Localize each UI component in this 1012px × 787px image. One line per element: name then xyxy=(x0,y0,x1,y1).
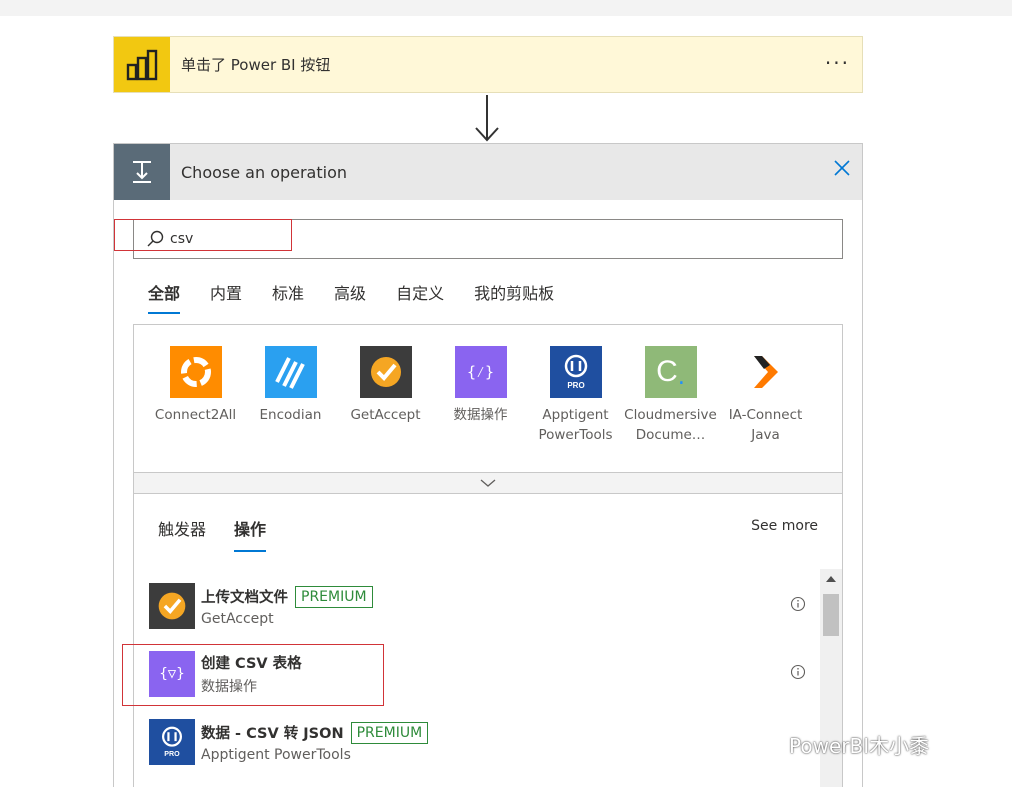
premium-badge: PREMIUM xyxy=(295,585,373,608)
search-input[interactable] xyxy=(170,231,770,247)
connector-cloudmersive[interactable]: C. Cloudmersive Docume… xyxy=(623,346,718,445)
apptigent-icon: PRO xyxy=(549,346,602,398)
trigger-card[interactable]: 单击了 Power BI 按钮 ··· xyxy=(113,36,863,93)
connector-getaccept[interactable]: GetAccept xyxy=(338,346,433,445)
connector-label: IA-Connect Java xyxy=(728,407,803,443)
connector-encodian[interactable]: Encodian xyxy=(243,346,338,445)
getaccept-icon xyxy=(149,583,195,629)
tab-clipboard[interactable]: 我的剪贴板 xyxy=(474,280,554,314)
search-icon xyxy=(146,230,164,248)
scroll-thumb[interactable] xyxy=(823,594,839,636)
connector-apptigent[interactable]: PRO Apptigent PowerTools xyxy=(528,346,623,445)
see-more-link[interactable]: See more xyxy=(751,518,818,534)
operation-icon xyxy=(114,144,170,200)
expand-connectors-button[interactable] xyxy=(134,472,842,493)
wechat-icon xyxy=(757,734,785,754)
connector-label: GetAccept xyxy=(350,407,421,423)
connector-connect2all[interactable]: Connect2All xyxy=(148,346,243,445)
chevron-down-icon xyxy=(480,479,496,487)
operation-subtabs: 触发器 操作 xyxy=(158,516,294,552)
info-icon[interactable] xyxy=(790,596,806,616)
action-title: 上传文档文件 xyxy=(201,590,288,606)
apptigent-icon: PRO xyxy=(149,719,195,765)
cloudmersive-icon: C. xyxy=(644,346,697,398)
tab-triggers[interactable]: 触发器 xyxy=(158,516,206,552)
actions-list: 上传文档文件 PREMIUM GetAccept {▽} 创建 CSV 表格 数… xyxy=(122,572,822,776)
svg-text:PRO: PRO xyxy=(567,381,584,390)
category-tabs: 全部 内置 标准 高级 自定义 我的剪贴板 xyxy=(148,280,584,314)
action-connector: GetAccept xyxy=(201,610,274,627)
search-box xyxy=(133,219,843,259)
encodian-icon xyxy=(264,346,317,398)
tab-custom[interactable]: 自定义 xyxy=(396,280,444,314)
top-strip xyxy=(0,0,1012,16)
connector-label: Cloudmersive Docume… xyxy=(624,407,717,443)
action-title: 数据 - CSV 转 JSON xyxy=(201,726,344,742)
tab-standard[interactable]: 标准 xyxy=(272,280,304,314)
connector-data-operations[interactable]: {⁄} 数据操作 xyxy=(433,346,528,445)
info-icon[interactable] xyxy=(790,664,806,684)
more-options-button[interactable]: ··· xyxy=(825,51,850,75)
connector-ia-connect[interactable]: IA-Connect Java xyxy=(718,346,813,445)
tab-builtin[interactable]: 内置 xyxy=(210,280,242,314)
list-item[interactable]: PRO 数据 - CSV 转 JSON PREMIUM Apptigent Po… xyxy=(134,708,822,776)
tab-all[interactable]: 全部 xyxy=(148,280,181,314)
panel-title: Choose an operation xyxy=(181,162,348,182)
list-item[interactable]: 上传文档文件 PREMIUM GetAccept xyxy=(134,572,822,640)
list-item[interactable]: {▽} 创建 CSV 表格 数据操作 xyxy=(134,640,822,708)
close-icon[interactable] xyxy=(832,158,852,182)
action-connector: Apptigent PowerTools xyxy=(201,746,351,763)
connector-label: Encodian xyxy=(259,407,322,423)
connector-label: Connect2All xyxy=(154,407,237,423)
data-operations-icon: {⁄} xyxy=(454,346,507,398)
connector-label: 数据操作 xyxy=(453,407,508,423)
trigger-title: 单击了 Power BI 按钮 xyxy=(181,56,331,74)
connect2all-icon xyxy=(169,346,222,398)
ia-connect-icon xyxy=(739,346,792,398)
action-connector: 数据操作 xyxy=(201,679,257,695)
svg-text:PRO: PRO xyxy=(164,750,180,758)
watermark-text: PowerBI木小黍 xyxy=(789,734,930,758)
data-operations-icon: {▽} xyxy=(149,651,195,697)
tab-premium[interactable]: 高级 xyxy=(334,280,366,314)
premium-badge: PREMIUM xyxy=(350,721,429,744)
connectors-grid: Connect2All Encodian GetAccept {⁄} 数据操作 … xyxy=(133,324,843,494)
powerbi-icon xyxy=(114,37,170,92)
tab-actions[interactable]: 操作 xyxy=(234,516,267,552)
connector-label: Apptigent PowerTools xyxy=(538,407,613,443)
panel-header: Choose an operation xyxy=(114,144,862,200)
down-arrow-icon xyxy=(473,95,501,147)
scroll-up-icon[interactable] xyxy=(820,569,842,589)
operations-section: 触发器 操作 See more 上传文档文件 PREMIUM GetAccept xyxy=(122,492,843,787)
watermark: PowerBI木小黍 xyxy=(757,730,929,759)
action-title: 创建 CSV 表格 xyxy=(201,656,302,672)
getaccept-icon xyxy=(359,346,412,398)
choose-operation-panel: Choose an operation 全部 内置 标准 高级 自定义 我的剪贴… xyxy=(113,143,863,787)
